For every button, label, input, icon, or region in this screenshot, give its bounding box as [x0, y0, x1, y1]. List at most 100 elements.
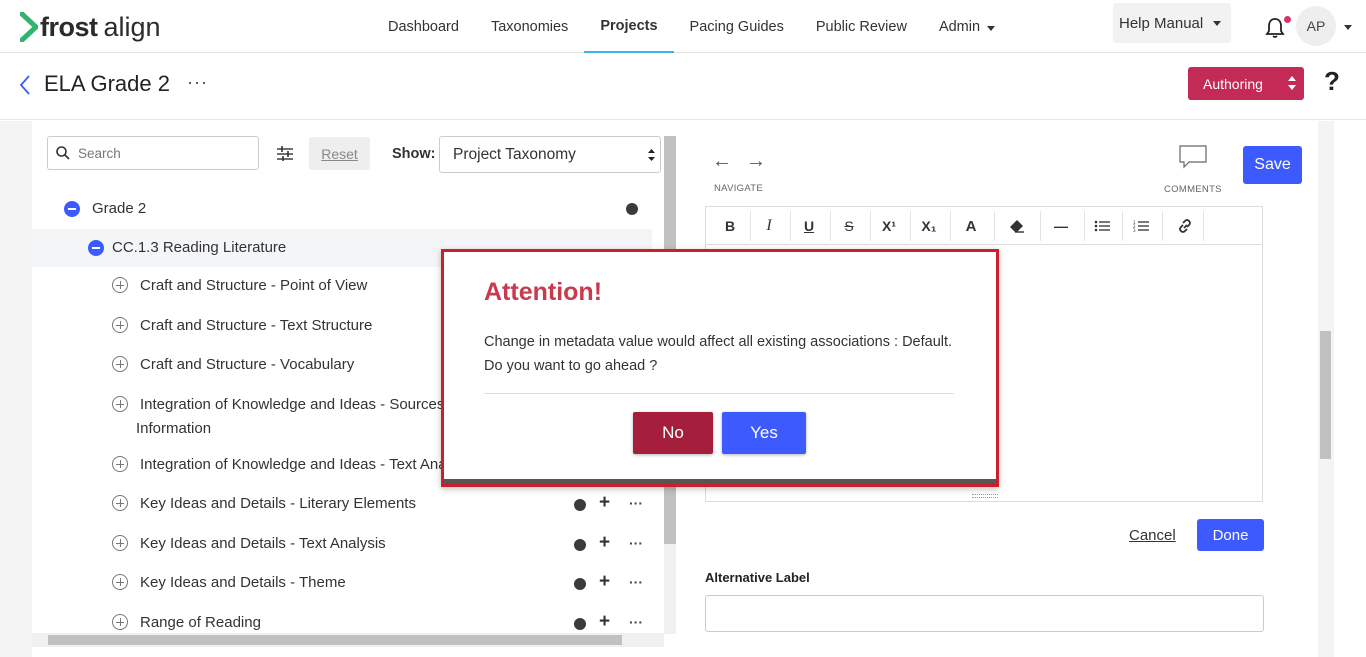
page-title: ELA Grade 2: [44, 71, 170, 96]
status-dot-icon: [574, 539, 586, 551]
expand-icon[interactable]: [112, 356, 128, 372]
resize-grip-icon[interactable]: [972, 494, 998, 498]
expand-icon[interactable]: [112, 535, 128, 551]
comment-icon[interactable]: [1179, 145, 1207, 169]
more-options-icon[interactable]: ···: [629, 614, 643, 630]
tree-node[interactable]: Key Ideas and Details - Text Analysis + …: [32, 529, 652, 559]
avatar[interactable]: AP: [1296, 6, 1336, 46]
bell-icon[interactable]: [1265, 17, 1285, 39]
nav-pacing-guides[interactable]: Pacing Guides: [674, 0, 800, 53]
tree-node-label: Craft and Structure - Text Structure: [140, 317, 373, 334]
frost-align-logo[interactable]: frost align: [20, 10, 161, 44]
nav-admin[interactable]: Admin: [923, 0, 1011, 53]
top-navbar: frost align Dashboard Taxonomies Project…: [0, 0, 1366, 53]
yes-button[interactable]: Yes: [722, 412, 806, 454]
nav-projects[interactable]: Projects: [584, 0, 674, 53]
more-options-icon[interactable]: ···: [629, 535, 643, 551]
search-placeholder: Search: [78, 145, 121, 161]
status-dot-icon: [574, 618, 586, 630]
chevron-down-icon[interactable]: [1344, 25, 1352, 30]
select-arrows-icon: [648, 149, 655, 161]
dialog-bottom-bar: [444, 479, 996, 484]
add-child-icon[interactable]: +: [599, 571, 610, 593]
save-button[interactable]: Save: [1243, 146, 1302, 184]
filter-sliders-icon[interactable]: [277, 146, 293, 161]
cancel-link[interactable]: Cancel: [1129, 527, 1176, 544]
toolbar-divider: [1122, 211, 1123, 241]
collapse-icon[interactable]: [88, 240, 104, 256]
underline-button[interactable]: U: [792, 211, 826, 241]
expand-icon[interactable]: [112, 396, 128, 412]
navigate-arrows[interactable]: ←→: [712, 150, 780, 173]
subscript-button[interactable]: X₁: [912, 211, 946, 241]
tree-node-label: Key Ideas and Details - Theme: [140, 574, 346, 591]
back-arrow-icon[interactable]: [18, 74, 32, 96]
tree-node-label: Key Ideas and Details - Text Analysis: [140, 535, 386, 552]
no-button[interactable]: No: [633, 412, 713, 454]
eraser-glyph: [1010, 220, 1024, 233]
arrow-left-icon[interactable]: ←: [712, 150, 746, 172]
expand-icon[interactable]: [112, 574, 128, 590]
mode-select[interactable]: Authoring: [1188, 67, 1304, 100]
toolbar-divider: [950, 211, 951, 241]
dialog-divider: [484, 393, 954, 394]
bold-button[interactable]: B: [713, 211, 747, 241]
project-header: ELA Grade 2 ··· Authoring ?: [0, 54, 1366, 120]
main-nav: Dashboard Taxonomies Projects Pacing Gui…: [372, 0, 1011, 53]
strikethrough-button[interactable]: S: [832, 211, 866, 241]
tree-node[interactable]: Range of Reading + ···: [32, 608, 652, 634]
search-input[interactable]: Search: [47, 136, 259, 170]
numbered-list-icon[interactable]: 1 2 3: [1124, 211, 1158, 241]
more-options-icon[interactable]: ···: [629, 574, 643, 590]
toolbar-divider: [1162, 211, 1163, 241]
dialog-message: Change in metadata value would affect al…: [484, 334, 953, 374]
add-child-icon[interactable]: +: [599, 492, 610, 514]
done-button[interactable]: Done: [1197, 519, 1264, 551]
superscript-button[interactable]: X¹: [872, 211, 906, 241]
attention-dialog: Attention! Change in metadata value woul…: [441, 249, 999, 487]
more-options-icon[interactable]: ···: [629, 495, 643, 511]
scroll-thumb[interactable]: [1320, 331, 1331, 459]
text-color-button[interactable]: A: [954, 211, 988, 241]
expand-icon[interactable]: [112, 456, 128, 472]
help-manual-dropdown[interactable]: Help Manual: [1113, 3, 1231, 43]
link-icon[interactable]: [1168, 211, 1202, 241]
add-child-icon[interactable]: +: [599, 532, 610, 554]
link-glyph: [1179, 219, 1191, 233]
help-icon[interactable]: ?: [1324, 66, 1340, 97]
tree-node-grade-2[interactable]: Grade 2: [32, 193, 652, 225]
tree-node-label: Integration of Knowledge and Ideas - Sou…: [140, 396, 462, 413]
add-child-icon[interactable]: +: [599, 611, 610, 633]
editor-vertical-scrollbar[interactable]: [1318, 121, 1334, 657]
expand-icon[interactable]: [112, 317, 128, 333]
more-options-icon[interactable]: ···: [187, 72, 208, 93]
expand-icon[interactable]: [112, 277, 128, 293]
mode-select-value: Authoring: [1203, 75, 1263, 92]
reset-button[interactable]: Reset: [309, 137, 370, 170]
nav-taxonomies[interactable]: Taxonomies: [475, 0, 584, 53]
expand-icon[interactable]: [112, 495, 128, 511]
nav-public-review[interactable]: Public Review: [800, 0, 923, 53]
tree-node-label: Integration of Knowledge and Ideas - Tex…: [140, 456, 476, 473]
toolbar-divider: [750, 211, 751, 241]
bullet-list-icon[interactable]: [1085, 211, 1119, 241]
italic-button[interactable]: I: [752, 211, 786, 241]
arrow-right-icon[interactable]: →: [746, 150, 780, 172]
comments-label: COMMENTS: [1164, 184, 1222, 195]
tree-node[interactable]: Key Ideas and Details - Theme + ···: [32, 568, 652, 598]
scroll-thumb[interactable]: [48, 635, 622, 645]
tree-node[interactable]: Key Ideas and Details - Literary Element…: [32, 489, 652, 519]
tree-horizontal-scrollbar[interactable]: [32, 633, 664, 647]
bullet-list-glyph: [1094, 220, 1110, 232]
show-taxonomy-select[interactable]: Project Taxonomy: [439, 136, 661, 173]
tree-node-label-line2: Information: [136, 420, 212, 437]
notification-badge: [1284, 16, 1291, 23]
alternative-label-input[interactable]: [705, 595, 1264, 632]
tree-node-label: Craft and Structure - Vocabulary: [140, 356, 355, 373]
status-dot-icon: [626, 203, 638, 215]
collapse-icon[interactable]: [64, 201, 80, 217]
expand-icon[interactable]: [112, 614, 128, 630]
horizontal-rule-button[interactable]: —: [1044, 211, 1078, 241]
nav-dashboard[interactable]: Dashboard: [372, 0, 475, 53]
eraser-icon[interactable]: [1000, 211, 1034, 241]
